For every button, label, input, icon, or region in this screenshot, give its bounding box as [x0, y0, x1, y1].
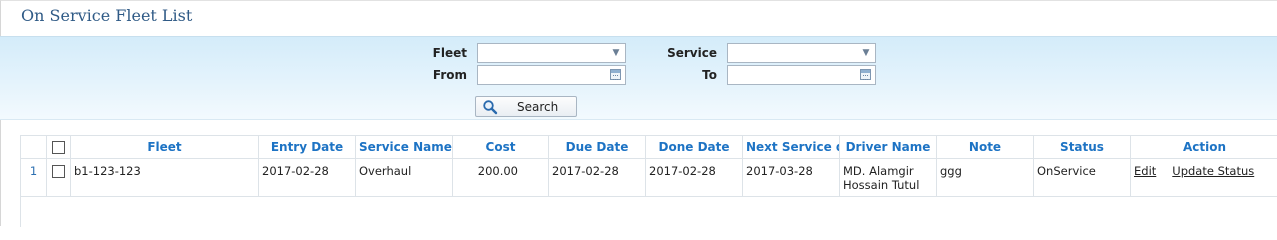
- from-date-input[interactable]: [477, 65, 626, 85]
- column-header-status[interactable]: Status: [1033, 135, 1131, 159]
- column-header-due-date[interactable]: Due Date: [548, 135, 646, 159]
- row-select-cell: [46, 158, 71, 197]
- fleet-select[interactable]: ▼: [477, 43, 626, 63]
- search-icon: [483, 100, 498, 115]
- page-title: On Service Fleet List: [21, 6, 193, 25]
- column-header-note[interactable]: Note: [936, 135, 1034, 159]
- cell-entry-date: 2017-02-28: [258, 158, 356, 197]
- search-button[interactable]: Search: [475, 96, 577, 117]
- cell-cost: 200.00: [452, 158, 549, 197]
- cell-action: Edit Update Status: [1130, 158, 1277, 197]
- to-date-input[interactable]: [727, 65, 876, 85]
- service-select[interactable]: ▼: [727, 43, 876, 63]
- fleet-label: Fleet: [432, 46, 467, 60]
- cell-fleet: b1-123-123: [70, 158, 259, 197]
- table-empty-area: [20, 197, 1277, 227]
- service-label: Service: [667, 46, 717, 60]
- column-header-service-name[interactable]: Service Name: [355, 135, 453, 159]
- column-header-driver-name[interactable]: Driver Name: [839, 135, 937, 159]
- column-header-fleet[interactable]: Fleet: [70, 135, 259, 159]
- filter-panel: Fleet ▼ Service ▼ From To Search: [0, 36, 1277, 120]
- column-header-action: Action: [1130, 135, 1277, 159]
- cell-note: ggg: [936, 158, 1034, 197]
- row-checkbox[interactable]: [52, 165, 65, 178]
- cell-service-name: Overhaul: [355, 158, 453, 197]
- cell-done-date: 2017-02-28: [645, 158, 743, 197]
- cell-next-service-date: 2017-03-28: [742, 158, 840, 197]
- row-index: 1: [20, 158, 47, 197]
- column-header-entry-date[interactable]: Entry Date: [258, 135, 356, 159]
- from-label: From: [432, 68, 467, 82]
- fleet-table: Fleet Entry Date Service Name Cost Due D…: [20, 135, 1277, 197]
- column-header-cost[interactable]: Cost: [452, 135, 549, 159]
- chevron-down-icon: ▼: [612, 48, 620, 58]
- chevron-down-icon: ▼: [862, 48, 870, 58]
- calendar-icon[interactable]: [610, 69, 621, 80]
- cell-due-date: 2017-02-28: [548, 158, 646, 197]
- select-all-header: [46, 135, 71, 159]
- edit-link[interactable]: Edit: [1134, 164, 1156, 178]
- column-header-next-service-date[interactable]: Next Service dat: [742, 135, 840, 159]
- column-header-done-date[interactable]: Done Date: [645, 135, 743, 159]
- row-index-header: [20, 135, 47, 159]
- table-row[interactable]: 1 b1-123-123 2017-02-28 Overhaul 200.00 …: [20, 158, 1277, 197]
- select-all-checkbox[interactable]: [52, 141, 65, 154]
- update-status-link[interactable]: Update Status: [1172, 164, 1254, 178]
- status-badge: OnService: [1033, 158, 1131, 197]
- calendar-icon[interactable]: [860, 69, 871, 80]
- to-label: To: [702, 68, 717, 82]
- search-button-label: Search: [517, 100, 559, 114]
- cell-driver-name: MD. Alamgir Hossain Tutul: [839, 158, 937, 197]
- table-header-row: Fleet Entry Date Service Name Cost Due D…: [20, 135, 1277, 159]
